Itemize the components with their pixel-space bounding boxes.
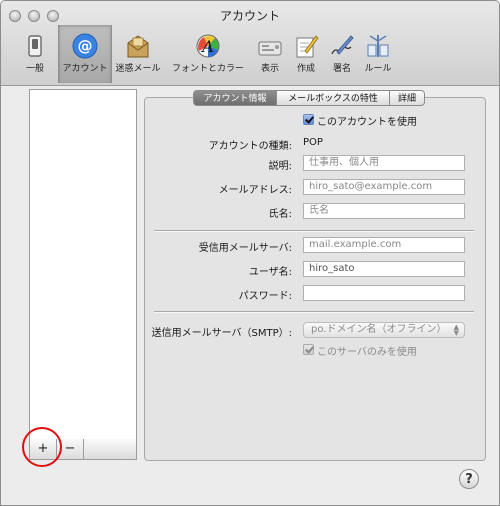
smtp-server-selected: po.ドメイン名（オフライン） [311,324,447,335]
enable-account-checkbox[interactable] [303,114,314,125]
toolbar-label: ルール [364,64,392,74]
password-label: パスワード: [238,291,292,302]
tab-account-information[interactable]: アカウント情報 [193,90,277,106]
user-name-label: ユーザ名: [248,267,292,278]
svg-text:A: A [200,37,214,56]
switch-icon [28,35,42,57]
highlight-circle [22,427,62,467]
toolbar-rules[interactable]: ルール [352,29,404,77]
description-label: 説明: [268,161,292,172]
smtp-server-popup[interactable]: po.ドメイン名（オフライン） ▲ ▼ [303,322,465,338]
title-bar: アカウント 一般 @ アカウント 迷惑メール A フォントとカラー 表示 作成 … [1,1,499,86]
full-name-label: 氏名: [268,209,292,220]
fonts-colors-icon: A [196,34,220,58]
toolbar-fonts-colors[interactable]: A フォントとカラー [172,29,244,77]
updown-arrows-icon: ▲ ▼ [453,323,459,337]
user-name-field[interactable]: hiro_sato [303,261,465,277]
tab-mailbox-behaviors[interactable]: メールボックスの特性 [276,90,390,106]
help-button[interactable]: ? [459,469,479,489]
window-title: アカウント [219,9,280,23]
toolbar-junk-mail[interactable]: 迷惑メール [112,29,164,77]
incoming-server-field[interactable]: mail.example.com [303,237,465,253]
rules-icon [367,35,389,57]
email-address-field[interactable]: hiro_sato@example.com [303,179,465,195]
use-only-this-server-label: このサーバのみを使用 [317,347,417,358]
tab-advanced[interactable]: 詳細 [389,90,425,106]
accounts-list[interactable] [29,89,137,441]
full-name-field[interactable]: 氏名 [303,203,465,219]
description-field[interactable]: 仕事用、個人用 [303,155,465,171]
account-type-label: アカウントの種類: [208,141,292,152]
email-address-label: メールアドレス: [218,185,292,196]
enable-account-label: このアカウントを使用 [317,117,417,128]
smtp-server-label: 送信用メールサーバ（SMTP）: [151,328,292,339]
use-only-this-server-checkbox[interactable] [303,344,314,355]
account-type-value: POP [303,137,323,148]
separator [154,311,474,313]
toolbar-label: 迷惑メール [115,64,161,74]
at-sign-icon: @ [72,33,98,59]
preferences-window: アカウント 一般 @ アカウント 迷惑メール A フォントとカラー 表示 作成 … [0,0,500,506]
svg-text:@: @ [78,37,93,55]
separator [154,230,474,232]
toolbar-accounts[interactable]: @ アカウント [58,25,112,83]
account-detail-panel [144,97,486,461]
incoming-server-label: 受信用メールサーバ: [198,243,292,254]
junk-mail-icon [127,35,149,58]
password-field[interactable] [303,285,465,301]
